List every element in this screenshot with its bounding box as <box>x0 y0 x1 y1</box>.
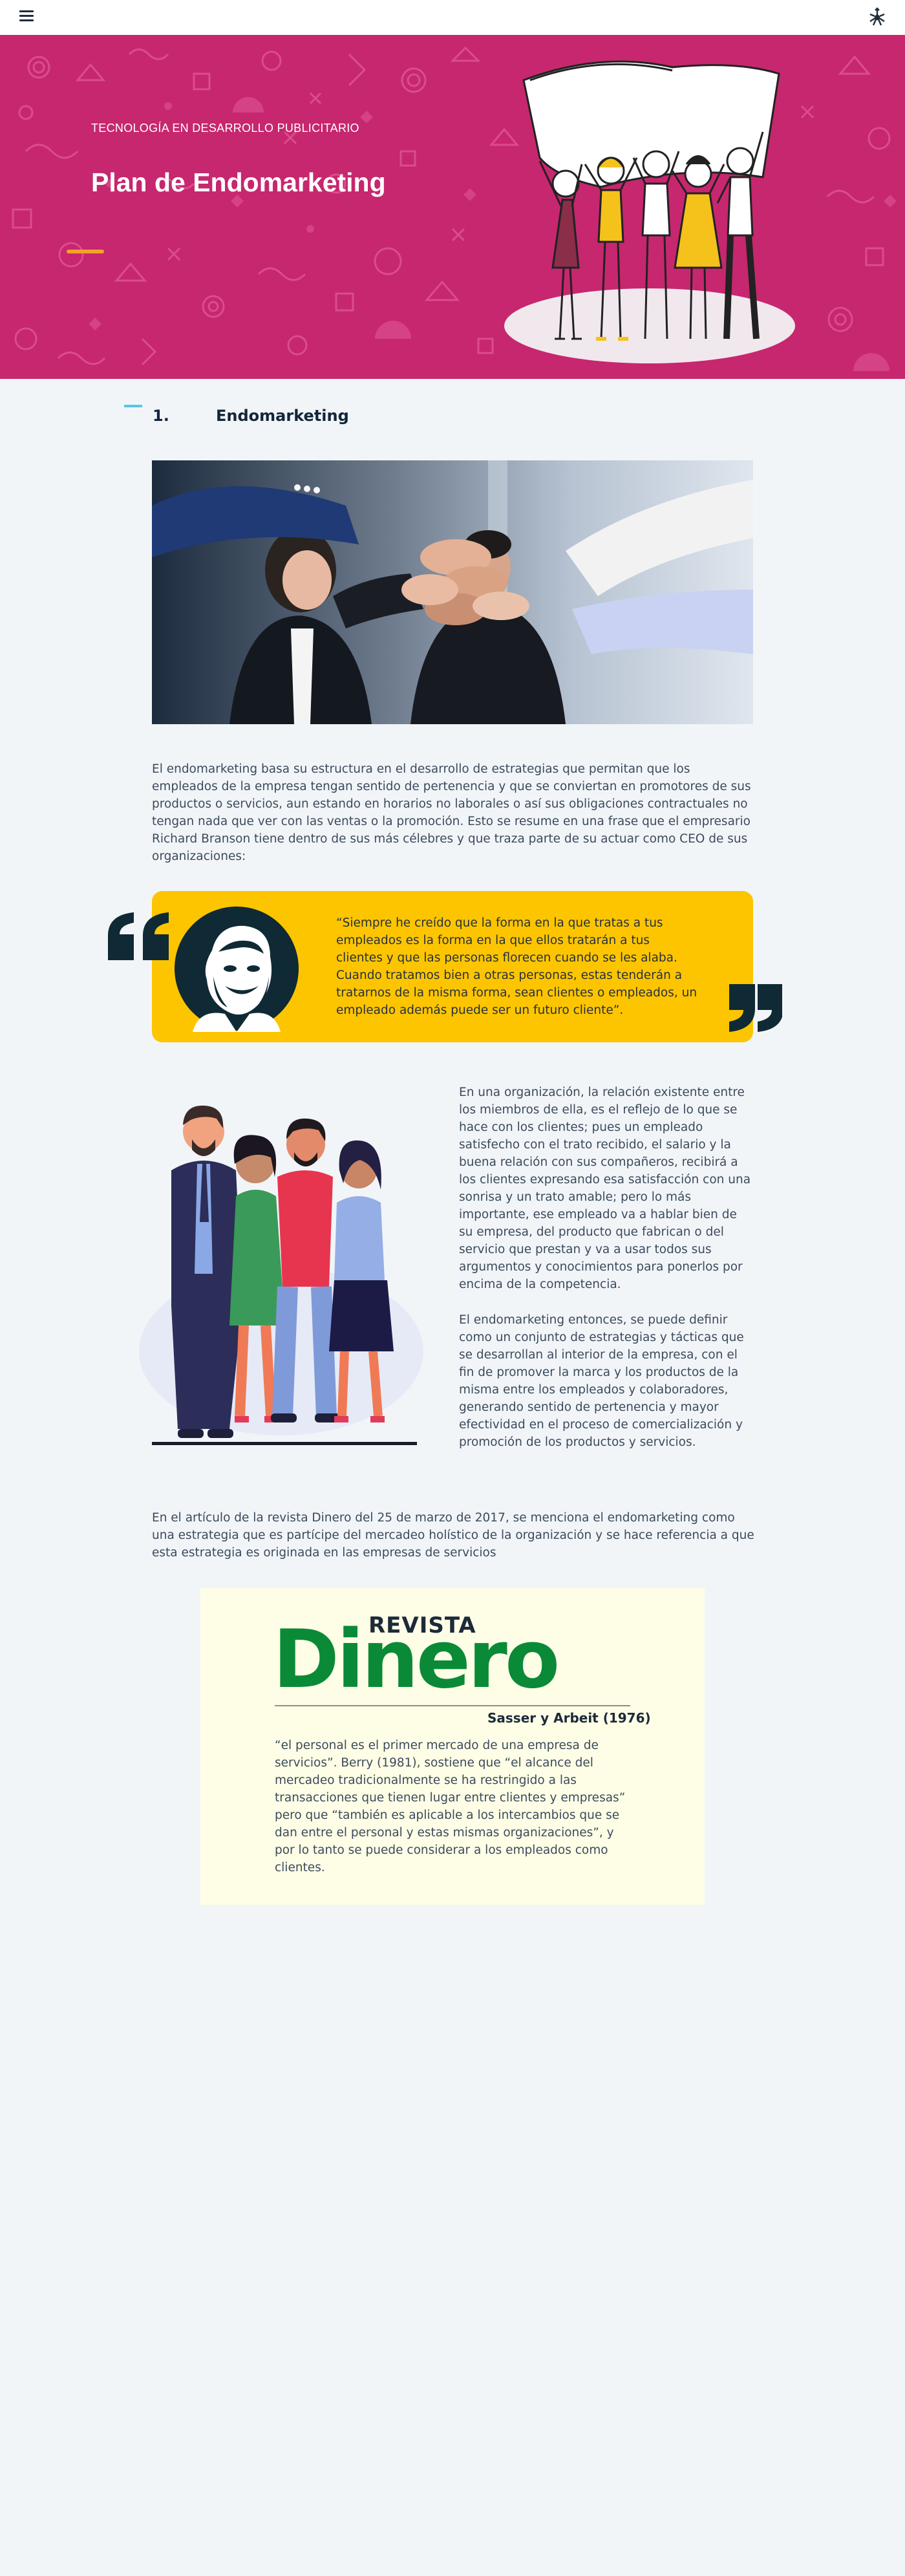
branson-portrait <box>173 905 300 1032</box>
dinero-logo: Dinero <box>273 1613 560 1706</box>
hero-kicker: TECNOLOGÍA EN DESARROLLO PUBLICITARIO <box>91 122 359 134</box>
dinero-quote-text: “el personal es el primer mercado de una… <box>275 1739 626 1874</box>
dinero-divider <box>275 1705 630 1706</box>
team-hands-photo <box>152 460 753 724</box>
hamburger-menu-icon[interactable] <box>19 10 34 23</box>
page-title: Plan de Endomarketing <box>91 167 386 197</box>
definition-paragraph: El endomarketing entonces, se puede defi… <box>459 1313 744 1449</box>
section-title: Endomarketing <box>216 407 349 425</box>
section-accent-line <box>124 405 142 407</box>
branson-quote: “Siempre he creído que la forma en la qu… <box>336 916 697 1017</box>
hero-underline <box>67 250 104 253</box>
dinero-author: Sasser y Arbeit (1976) <box>487 1710 651 1726</box>
employees-group-illustration <box>139 1105 423 1445</box>
hero-banner: TECNOLOGÍA EN DESARROLLO PUBLICITARIO Pl… <box>0 35 905 379</box>
section-number: 1. <box>153 407 169 425</box>
team-banner-illustration <box>504 60 795 363</box>
dinero-intro-paragraph: En el artículo de la revista Dinero del … <box>152 1511 754 1560</box>
intro-paragraph: El endomarketing basa su estructura en e… <box>152 762 751 863</box>
organization-paragraph: En una organización, la relación existen… <box>459 1086 751 1291</box>
quote-close-icon <box>729 984 782 1032</box>
sena-logo-icon[interactable] <box>866 6 888 28</box>
quote-open-icon <box>108 912 169 960</box>
top-bar <box>0 0 905 35</box>
